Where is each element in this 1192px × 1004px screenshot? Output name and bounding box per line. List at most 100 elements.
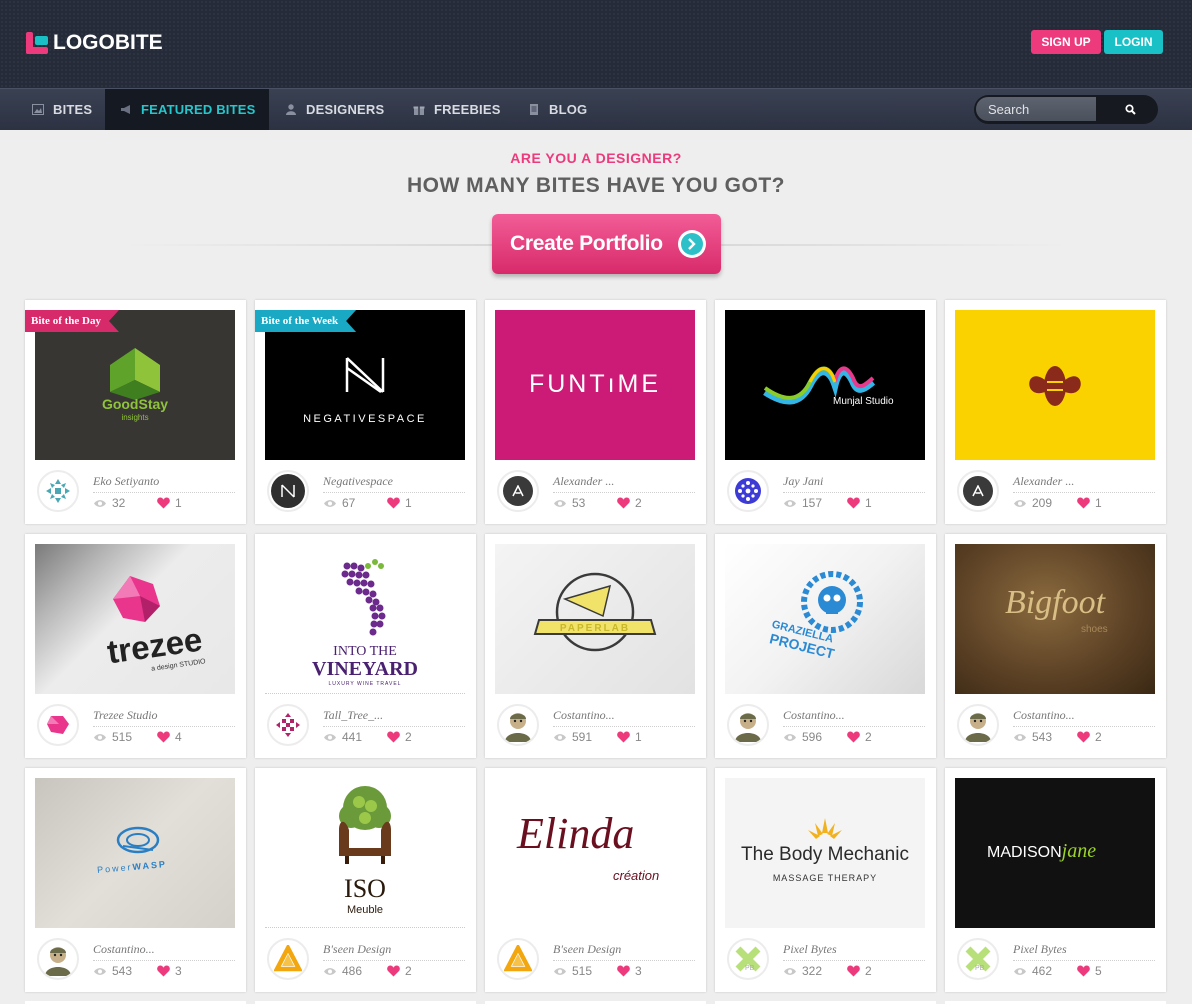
bite-thumbnail[interactable]: Elinda création bbox=[495, 778, 695, 928]
bite-thumbnail[interactable]: The Body Mechanic MASSAGE THERAPY bbox=[725, 778, 925, 928]
author-name[interactable]: Tall_Tree_... bbox=[323, 708, 383, 723]
create-portfolio-button[interactable]: Create Portfolio bbox=[492, 214, 721, 274]
author-name[interactable]: B'seen Design bbox=[323, 942, 391, 957]
author-name[interactable]: Costantino... bbox=[1013, 708, 1075, 723]
bite-card[interactable]: Bigfoot shoes Costantino... 543 2 bbox=[945, 534, 1166, 758]
avatar[interactable] bbox=[267, 938, 309, 980]
avatar[interactable] bbox=[267, 704, 309, 746]
bite-card[interactable]: FUNTıME Alexander ... 53 2 bbox=[485, 300, 706, 524]
bite-card[interactable]: MADISONjane PB Pixel Bytes 462 5 bbox=[945, 768, 1166, 992]
bite-thumbnail[interactable]: NEGATIVESPACE bbox=[265, 310, 465, 460]
logo-tagline: LUXURY WINE TRAVEL bbox=[328, 681, 402, 687]
search-button[interactable] bbox=[1102, 95, 1158, 124]
bite-card[interactable]: The Body Mechanic MASSAGE THERAPY PB Pix… bbox=[715, 768, 936, 992]
author-name[interactable]: B'seen Design bbox=[553, 942, 621, 957]
author-name[interactable]: Alexander ... bbox=[553, 474, 614, 489]
like-count[interactable]: 3 bbox=[617, 964, 642, 978]
avatar[interactable] bbox=[727, 470, 769, 512]
bite-thumbnail[interactable]: PowerWASP bbox=[35, 778, 235, 928]
avatar-text: PB bbox=[975, 965, 985, 972]
bite-thumbnail[interactable]: GoodStay insights bbox=[35, 310, 235, 460]
like-count[interactable]: 2 bbox=[387, 964, 412, 978]
bite-thumbnail[interactable]: GRAZIELLA PROJECT bbox=[725, 544, 925, 694]
heart-icon bbox=[847, 731, 860, 743]
divider bbox=[553, 492, 695, 493]
nav-item-freebies[interactable]: FREEBIES bbox=[398, 89, 510, 130]
author-name[interactable]: Pixel Bytes bbox=[1013, 942, 1067, 957]
bite-thumbnail[interactable]: PAPERLAB bbox=[495, 544, 695, 694]
cta-label: Create Portfolio bbox=[510, 232, 663, 255]
like-count[interactable]: 2 bbox=[387, 730, 412, 744]
like-count[interactable]: 1 bbox=[387, 496, 412, 510]
divider bbox=[783, 960, 925, 961]
login-button[interactable]: LOGIN bbox=[1104, 30, 1163, 54]
bite-card[interactable]: Elinda création B'seen Design 515 3 bbox=[485, 768, 706, 992]
logo-name: NEGATIVESPACE bbox=[303, 413, 427, 425]
nav-item-bites[interactable]: BITES bbox=[20, 89, 104, 130]
author-name[interactable]: Pixel Bytes bbox=[783, 942, 837, 957]
avatar[interactable] bbox=[497, 938, 539, 980]
avatar[interactable] bbox=[267, 470, 309, 512]
author-name[interactable]: Costantino... bbox=[93, 942, 155, 957]
eye-icon bbox=[554, 499, 566, 507]
like-count[interactable]: 1 bbox=[157, 496, 182, 510]
like-count[interactable]: 1 bbox=[1077, 496, 1102, 510]
author-name[interactable]: Trezee Studio bbox=[93, 708, 158, 723]
avatar[interactable]: PB bbox=[957, 938, 999, 980]
bite-thumbnail[interactable]: FUNTıME bbox=[495, 310, 695, 460]
like-count[interactable]: 5 bbox=[1077, 964, 1102, 978]
avatar[interactable] bbox=[957, 704, 999, 746]
bite-card[interactable]: PowerWASP Costantino... 543 3 bbox=[25, 768, 246, 992]
author-name[interactable]: Eko Setiyanto bbox=[93, 474, 159, 489]
bite-card[interactable]: Munjal Studio Jay Jani 157 1 bbox=[715, 300, 936, 524]
like-count[interactable]: 2 bbox=[847, 964, 872, 978]
author-name[interactable]: Costantino... bbox=[553, 708, 615, 723]
like-count[interactable]: 2 bbox=[847, 730, 872, 744]
bite-card[interactable]: PAPERLAB Costantino... 591 1 bbox=[485, 534, 706, 758]
signup-button[interactable]: SIGN UP bbox=[1031, 30, 1101, 54]
bite-card[interactable]: Alexander ... 209 1 bbox=[945, 300, 1166, 524]
avatar[interactable]: PB bbox=[727, 938, 769, 980]
avatar[interactable] bbox=[497, 470, 539, 512]
nav-item-featured-bites[interactable]: FEATURED BITES bbox=[105, 89, 269, 130]
search-input[interactable] bbox=[976, 97, 1096, 121]
avatar[interactable] bbox=[37, 938, 79, 980]
nav-item-blog[interactable]: BLOG bbox=[513, 89, 599, 130]
like-count[interactable]: 1 bbox=[847, 496, 872, 510]
likes-value: 5 bbox=[1095, 964, 1102, 978]
logo-tagline: création bbox=[613, 868, 660, 883]
heart-icon bbox=[157, 965, 170, 977]
like-count[interactable]: 3 bbox=[157, 964, 182, 978]
nav-item-designers[interactable]: DESIGNERS bbox=[270, 89, 396, 130]
bite-thumbnail[interactable]: Bigfoot shoes bbox=[955, 544, 1155, 694]
like-count[interactable]: 2 bbox=[1077, 730, 1102, 744]
avatar[interactable] bbox=[727, 704, 769, 746]
bite-thumbnail[interactable]: INTO THE VINEYARD LUXURY WINE TRAVEL bbox=[265, 544, 465, 694]
bite-card[interactable]: ISO Meuble B'seen Design 486 2 bbox=[255, 768, 476, 992]
bite-card[interactable]: GRAZIELLA PROJECT Costantino... 596 2 bbox=[715, 534, 936, 758]
divider bbox=[323, 960, 465, 961]
bite-card[interactable]: NEGATIVESPACE Bite of the Week Negatives… bbox=[255, 300, 476, 524]
bite-card[interactable]: trezee a design STUDIO Trezee Studio 515… bbox=[25, 534, 246, 758]
bite-thumbnail[interactable]: MADISONjane bbox=[955, 778, 1155, 928]
author-name[interactable]: Costantino... bbox=[783, 708, 845, 723]
like-count[interactable]: 4 bbox=[157, 730, 182, 744]
bite-card[interactable]: INTO THE VINEYARD LUXURY WINE TRAVEL Tal… bbox=[255, 534, 476, 758]
author-name[interactable]: Alexander ... bbox=[1013, 474, 1074, 489]
avatar[interactable] bbox=[497, 704, 539, 746]
likes-value: 3 bbox=[635, 964, 642, 978]
author-name[interactable]: Jay Jani bbox=[783, 474, 823, 489]
bite-thumbnail[interactable]: Munjal Studio bbox=[725, 310, 925, 460]
avatar[interactable] bbox=[37, 470, 79, 512]
logo[interactable]: LOGOBITE bbox=[26, 31, 163, 55]
avatar[interactable] bbox=[957, 470, 999, 512]
bite-thumbnail[interactable] bbox=[955, 310, 1155, 460]
like-count[interactable]: 2 bbox=[617, 496, 642, 510]
like-count[interactable]: 1 bbox=[617, 730, 642, 744]
bite-card[interactable]: GoodStay insights Bite of the Day Eko Se… bbox=[25, 300, 246, 524]
bite-thumbnail[interactable]: trezee a design STUDIO bbox=[35, 544, 235, 694]
heart-icon bbox=[847, 497, 860, 509]
avatar[interactable] bbox=[37, 704, 79, 746]
author-name[interactable]: Negativespace bbox=[323, 474, 393, 489]
bite-thumbnail[interactable]: ISO Meuble bbox=[265, 778, 465, 928]
